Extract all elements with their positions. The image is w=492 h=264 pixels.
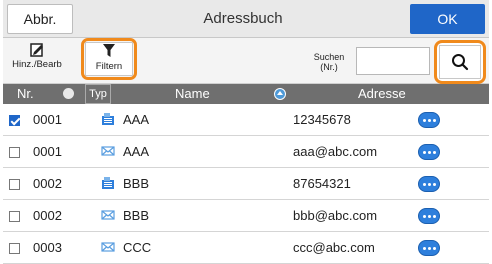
add-edit-button[interactable]: Hinz./Bearb [7, 43, 67, 81]
row-checkbox[interactable] [9, 211, 20, 222]
table-row[interactable]: 0001 AAA 12345678 [3, 104, 489, 136]
mail-icon [101, 144, 115, 158]
row-checkbox[interactable] [9, 147, 20, 158]
row-name: BBB [123, 208, 150, 223]
title-bar: Abbr. Adressbuch OK [3, 0, 489, 38]
address-list: 0001 AAA 12345678 0001 AAA aaa@abc.com 0002 BBB… [3, 104, 489, 264]
table-header: Nr. Typ Name Adresse [3, 84, 489, 104]
cancel-button[interactable]: Abbr. [7, 4, 73, 34]
table-row[interactable]: 0002 BBB bbb@abc.com [3, 200, 489, 232]
column-address: Adresse [358, 86, 406, 101]
row-address: 87654321 [293, 176, 351, 191]
fax-icon [101, 112, 115, 126]
more-options-button[interactable] [418, 240, 440, 256]
column-name[interactable]: Name [175, 86, 210, 101]
mail-icon [101, 208, 115, 222]
row-name: BBB [123, 176, 150, 191]
search-label: Suchen (Nr.) [313, 52, 345, 72]
row-nr: 0003 [33, 240, 62, 255]
edit-icon [30, 43, 43, 57]
table-row[interactable]: 0002 BBB 87654321 [3, 168, 489, 200]
row-address: bbb@abc.com [293, 208, 378, 223]
row-nr: 0001 [33, 144, 62, 159]
table-row[interactable]: 0001 AAA aaa@abc.com [3, 136, 489, 168]
row-nr: 0002 [33, 208, 62, 223]
filter-highlight [81, 38, 137, 80]
more-options-button[interactable] [418, 112, 440, 128]
row-checkbox[interactable] [9, 243, 20, 254]
row-name: CCC [123, 240, 152, 255]
row-nr: 0001 [33, 112, 62, 127]
page-title: Adressbuch [203, 10, 283, 27]
row-address: aaa@abc.com [293, 144, 378, 159]
column-typ[interactable]: Typ [85, 84, 111, 104]
mail-icon [101, 240, 115, 254]
more-options-button[interactable] [418, 176, 440, 192]
search-button[interactable] [439, 45, 481, 79]
row-checkbox[interactable] [9, 179, 20, 190]
row-nr: 0002 [33, 176, 62, 191]
ok-button[interactable]: OK [410, 4, 485, 34]
table-row[interactable]: 0003 CCC ccc@abc.com [3, 232, 489, 264]
more-options-button[interactable] [418, 208, 440, 224]
row-checkbox[interactable] [9, 115, 20, 126]
row-name: AAA [123, 144, 150, 159]
sort-name-icon[interactable] [274, 88, 286, 100]
search-input[interactable] [356, 47, 430, 75]
row-address: ccc@abc.com [293, 240, 375, 255]
column-nr[interactable]: Nr. [17, 86, 34, 101]
sort-nr-icon[interactable] [63, 88, 74, 99]
row-address: 12345678 [293, 112, 351, 127]
row-name: AAA [123, 112, 150, 127]
fax-icon [101, 176, 115, 190]
address-book-screen: Abbr. Adressbuch OK Hinz./Bearb Filtern … [3, 0, 489, 264]
search-icon [452, 54, 469, 71]
add-edit-label: Hinz./Bearb [12, 59, 62, 70]
more-options-button[interactable] [418, 144, 440, 160]
